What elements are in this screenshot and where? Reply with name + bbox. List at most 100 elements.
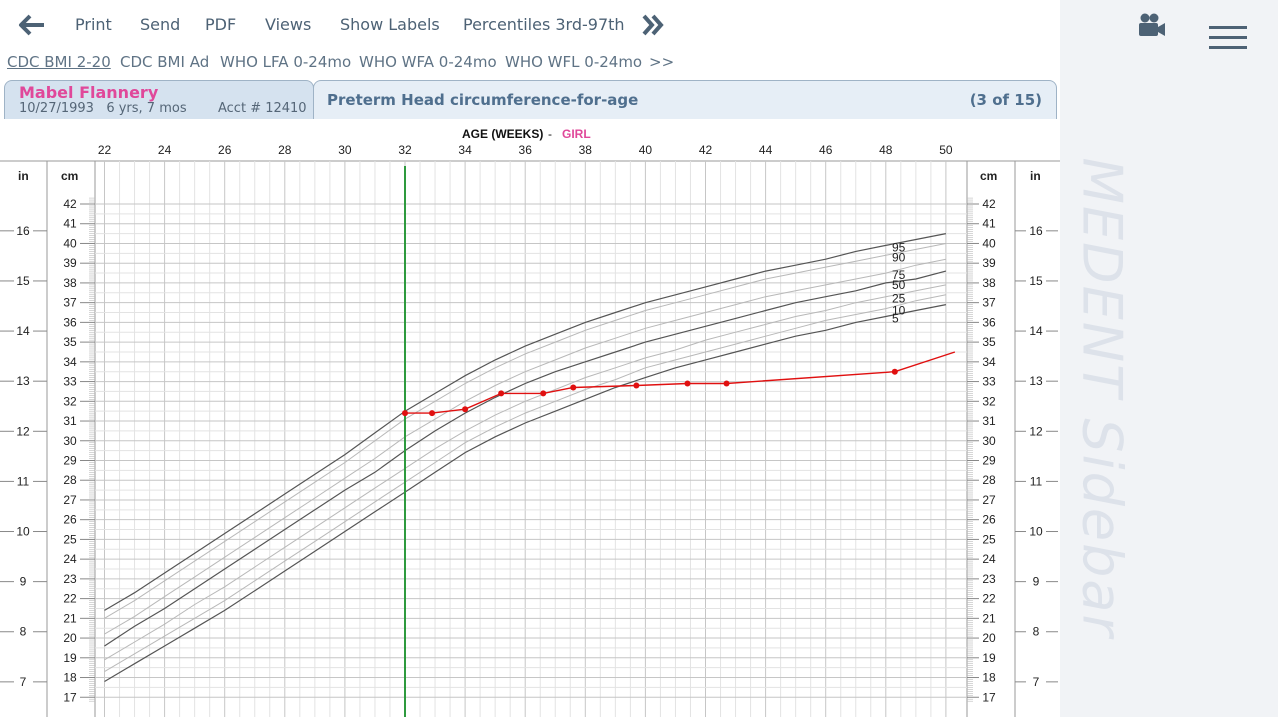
patient-account: Acct # 12410 [218, 101, 307, 116]
x-tick-label: 38 [579, 143, 593, 157]
right-cm-tick-label: 26 [982, 513, 996, 527]
left-cm-tick-label: 19 [63, 651, 77, 665]
right-cm-tick-label: 37 [982, 296, 996, 310]
toolbar: Print Send PDF Views Show Labels Percent… [0, 0, 1060, 50]
right-cm-label: cm [980, 169, 997, 183]
right-in-tick-label: 10 [1029, 525, 1043, 539]
left-in-label: in [18, 169, 29, 183]
right-in-tick-label: 16 [1029, 224, 1043, 238]
right-cm-tick-label: 17 [982, 690, 996, 704]
percentile-label-50: 50 [892, 278, 906, 292]
print-button[interactable]: Print [75, 15, 112, 34]
tab-who-wfl[interactable]: WHO WFL 0-24mo [505, 53, 642, 71]
right-in-tick-label: 12 [1029, 424, 1043, 438]
x-tick-label: 40 [639, 143, 653, 157]
left-in-tick-label: 9 [20, 575, 27, 589]
right-cm-tick-label: 35 [982, 335, 996, 349]
patient-measurement-point[interactable] [684, 380, 691, 387]
tab-cdc-bmi-ad[interactable]: CDC BMI Ad [120, 53, 209, 71]
x-tick-label: 48 [879, 143, 893, 157]
x-tick-label: 44 [759, 143, 773, 157]
percentiles-button[interactable]: Percentiles 3rd-97th [463, 15, 625, 34]
x-tick-label: 28 [278, 143, 292, 157]
left-cm-tick-label: 18 [63, 671, 77, 685]
left-cm-tick-label: 35 [63, 335, 77, 349]
patient-measurement-point[interactable] [402, 410, 408, 417]
tab-more[interactable]: >> [649, 53, 674, 71]
patient-measurement-point[interactable] [633, 382, 640, 389]
pdf-button[interactable]: PDF [205, 15, 236, 34]
left-cm-tick-label: 24 [63, 552, 77, 566]
patient-measurement-point[interactable] [498, 390, 505, 397]
x-tick-label: 36 [519, 143, 533, 157]
left-in-tick-label: 10 [16, 525, 30, 539]
left-cm-tick-label: 38 [63, 276, 77, 290]
left-cm-tick-label: 34 [63, 355, 77, 369]
left-cm-tick-label: 31 [63, 414, 77, 428]
left-cm-tick-label: 41 [63, 217, 77, 231]
right-cm-tick-label: 40 [982, 236, 996, 250]
patient-measurement-point[interactable] [891, 368, 898, 375]
x-tick-label: 22 [98, 143, 112, 157]
left-cm-tick-label: 36 [63, 315, 77, 329]
left-cm-tick-label: 39 [63, 256, 77, 270]
x-tick-label: 34 [458, 143, 472, 157]
video-camera-icon[interactable] [1138, 12, 1166, 38]
x-tick-label: 46 [819, 143, 833, 157]
views-button[interactable]: Views [265, 15, 311, 34]
chart-count: (3 of 15) [969, 91, 1042, 109]
patient-card[interactable]: Mabel Flannery 10/27/1993 6 yrs, 7 mos A… [4, 80, 314, 119]
right-cm-tick-label: 38 [982, 276, 996, 290]
patient-measurement-point[interactable] [570, 384, 577, 391]
left-in-tick-label: 8 [20, 625, 27, 639]
left-cm-tick-label: 22 [63, 592, 77, 606]
arrow-left-icon[interactable] [18, 13, 46, 37]
left-in-tick-label: 15 [16, 274, 30, 288]
right-in-tick-label: 15 [1029, 274, 1043, 288]
patient-measurement-point[interactable] [462, 406, 469, 413]
right-in-tick-label: 14 [1029, 324, 1043, 338]
show-labels-button[interactable]: Show Labels [340, 15, 440, 34]
left-cm-tick-label: 25 [63, 532, 77, 546]
tab-who-wfa[interactable]: WHO WFA 0-24mo [359, 53, 497, 71]
left-in-tick-label: 7 [20, 675, 27, 689]
right-in-tick-label: 7 [1033, 675, 1040, 689]
right-cm-tick-label: 31 [982, 414, 996, 428]
right-cm-tick-label: 27 [982, 493, 996, 507]
right-cm-tick-label: 41 [982, 217, 996, 231]
left-cm-tick-label: 42 [63, 197, 77, 211]
right-cm-tick-label: 23 [982, 572, 996, 586]
growth-chart: AGE (WEEKS) - GIRL in cm cm in 22 24 26 28 3… [0, 119, 1060, 717]
right-in-tick-label: 8 [1033, 625, 1040, 639]
left-in-tick-label: 11 [17, 474, 30, 488]
double-chevron-right-icon[interactable] [640, 13, 666, 37]
left-cm-tick-label: 17 [63, 690, 77, 704]
right-cm-tick-label: 21 [982, 611, 996, 625]
left-cm-tick-label: 27 [63, 493, 77, 507]
left-cm-label: cm [61, 169, 78, 183]
patient-measurement-point[interactable] [540, 390, 547, 397]
left-cm-tick-label: 37 [63, 296, 77, 310]
left-cm-tick-label: 20 [63, 631, 77, 645]
hamburger-menu-icon[interactable] [1209, 26, 1249, 52]
right-cm-tick-label: 25 [982, 532, 996, 546]
left-cm-tick-label: 30 [63, 434, 77, 448]
patient-measurement-point[interactable] [429, 410, 436, 417]
left-cm-tick-label: 29 [63, 453, 77, 467]
tab-who-lfa[interactable]: WHO LFA 0-24mo [220, 53, 351, 71]
tab-cdc-bmi-2-20[interactable]: CDC BMI 2-20 [7, 53, 111, 71]
chart-header: Mabel Flannery 10/27/1993 6 yrs, 7 mos A… [0, 80, 1060, 120]
left-in-tick-label: 13 [16, 374, 30, 388]
send-button[interactable]: Send [140, 15, 180, 34]
right-cm-tick-label: 36 [982, 315, 996, 329]
right-cm-tick-label: 30 [982, 434, 996, 448]
right-cm-tick-label: 39 [982, 256, 996, 270]
patient-dob-age: 10/27/1993 6 yrs, 7 mos [19, 101, 187, 116]
chart-title-card: Preterm Head circumference-for-age (3 of… [313, 80, 1057, 119]
percentile-label-90: 90 [892, 250, 906, 264]
left-cm-tick-label: 32 [63, 394, 77, 408]
right-cm-tick-label: 19 [982, 651, 996, 665]
x-tick-label: 32 [398, 143, 412, 157]
patient-measurement-point[interactable] [723, 380, 730, 387]
right-in-tick-label: 11 [1030, 474, 1043, 488]
